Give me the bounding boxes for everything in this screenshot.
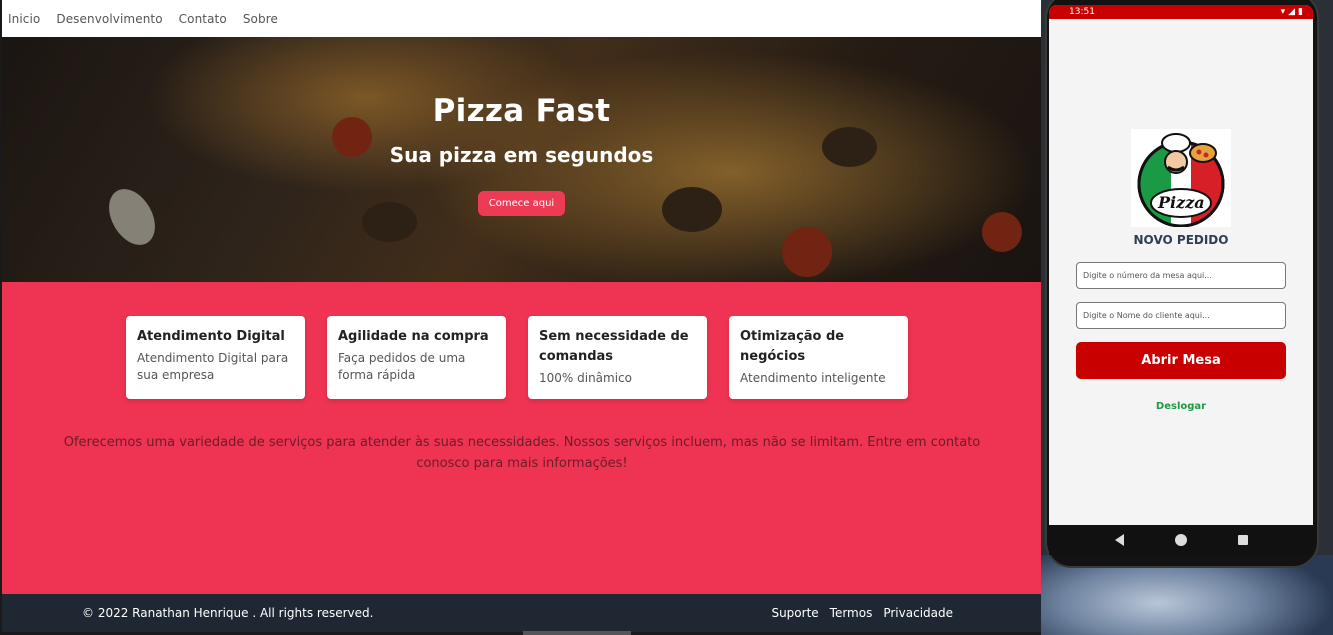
feature-cards: Atendimento Digital Atendimento Digital … bbox=[126, 316, 908, 399]
features-section: Atendimento Digital Atendimento Digital … bbox=[2, 282, 1041, 594]
feature-card: Otimização de negócios Atendimento intel… bbox=[729, 316, 908, 399]
nav-sobre[interactable]: Sobre bbox=[243, 12, 278, 26]
nav-inicio[interactable]: Inicio bbox=[8, 12, 40, 26]
card-title: Otimização de negócios bbox=[740, 329, 845, 364]
horizontal-scrollbar[interactable] bbox=[523, 631, 631, 635]
card-title: Atendimento Digital bbox=[137, 329, 285, 344]
card-text: Faça pedidos de uma forma rápida bbox=[338, 351, 466, 382]
logo-text: Pizza bbox=[1158, 193, 1205, 212]
nav-contato[interactable]: Contato bbox=[179, 12, 227, 26]
recents-icon[interactable] bbox=[1237, 535, 1248, 545]
feature-card: Atendimento Digital Atendimento Digital … bbox=[126, 316, 305, 399]
signal-icon: ◢ bbox=[1288, 7, 1296, 17]
footer-links: Suporte Termos Privacidade bbox=[771, 606, 953, 620]
card-text: 100% dinâmico bbox=[539, 371, 632, 385]
footer-link-termos[interactable]: Termos bbox=[830, 606, 873, 620]
card-title: Agilidade na compra bbox=[338, 329, 489, 344]
novo-pedido-heading: NOVO PEDIDO bbox=[1133, 233, 1229, 247]
copyright-text: © 2022 Ranathan Henrique . All rights re… bbox=[82, 606, 374, 620]
card-title: Sem necessidade de comandas bbox=[539, 329, 689, 364]
card-text: Atendimento Digital para sua empresa bbox=[137, 351, 289, 382]
hero-subtitle: Sua pizza em segundos bbox=[389, 143, 654, 167]
website-pane: Inicio Desenvolvimento Contato Sobre Piz… bbox=[2, 0, 1041, 632]
wifi-icon: ▾ bbox=[1280, 7, 1286, 17]
status-bar: 13:51 ▾ ◢ ▮ bbox=[1049, 5, 1313, 19]
nav-desenvolvimento[interactable]: Desenvolvimento bbox=[56, 12, 162, 26]
back-icon[interactable] bbox=[1114, 534, 1124, 546]
card-text: Atendimento inteligente bbox=[740, 371, 886, 385]
deslogar-link[interactable]: Deslogar bbox=[1049, 401, 1313, 412]
status-icons: ▾ ◢ ▮ bbox=[1281, 7, 1303, 17]
feature-card: Agilidade na compra Faça pedidos de uma … bbox=[327, 316, 506, 399]
footer-link-privacidade[interactable]: Privacidade bbox=[883, 606, 953, 620]
home-icon[interactable] bbox=[1174, 534, 1187, 546]
comece-aqui-button[interactable]: Comece aqui bbox=[477, 191, 566, 216]
battery-icon: ▮ bbox=[1298, 7, 1303, 17]
hero-banner: Pizza Fast Sua pizza em segundos Comece … bbox=[2, 37, 1041, 282]
phone-screen: 13:51 ▾ ◢ ▮ Pizza NOVO PEDIDO Abrir Mesa… bbox=[1049, 5, 1313, 525]
abrir-mesa-button[interactable]: Abrir Mesa bbox=[1076, 342, 1286, 379]
feature-card: Sem necessidade de comandas 100% dinâmic… bbox=[528, 316, 707, 399]
cliente-name-input[interactable] bbox=[1076, 302, 1286, 329]
status-time: 13:51 bbox=[1069, 7, 1095, 17]
services-description: Oferecemos uma variedade de serviços par… bbox=[63, 435, 981, 471]
android-nav-bar bbox=[1049, 525, 1313, 555]
footer-link-suporte[interactable]: Suporte bbox=[771, 606, 818, 620]
pizza-logo: Pizza bbox=[1131, 129, 1231, 228]
hero-title: Pizza Fast bbox=[432, 93, 611, 129]
footer: © 2022 Ranathan Henrique . All rights re… bbox=[2, 594, 1041, 632]
top-nav: Inicio Desenvolvimento Contato Sobre bbox=[2, 0, 1041, 37]
mesa-number-input[interactable] bbox=[1076, 262, 1286, 289]
